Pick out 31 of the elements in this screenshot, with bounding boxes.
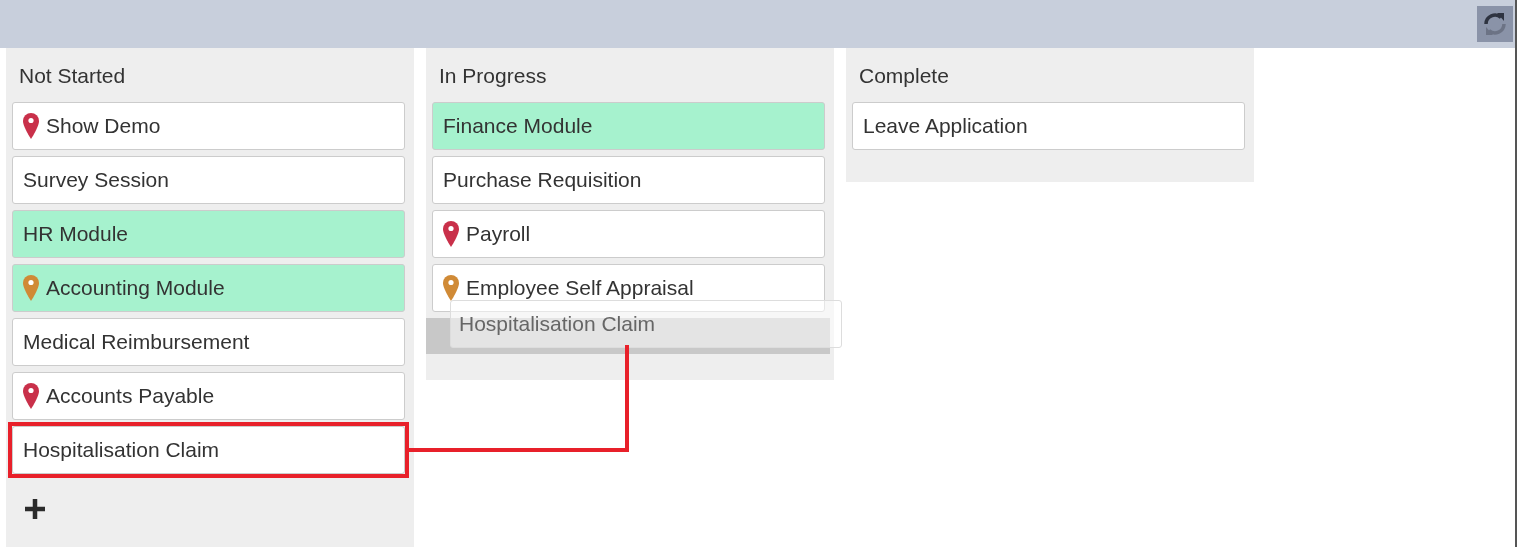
card-title: Show Demo	[46, 114, 161, 138]
column-title: In Progress	[438, 63, 548, 89]
card-title: Hospitalisation Claim	[23, 438, 220, 462]
task-card[interactable]: Medical Reimbursement	[12, 318, 405, 366]
task-card[interactable]: Employee Self Appraisal	[432, 264, 825, 312]
card-title: Employee Self Appraisal	[466, 276, 694, 300]
task-card[interactable]: Payroll	[432, 210, 825, 258]
card-title: Accounting Module	[46, 276, 225, 300]
add-card-button[interactable]	[24, 498, 48, 522]
card-title: Medical Reimbursement	[23, 330, 250, 354]
task-card[interactable]: Survey Session	[12, 156, 405, 204]
dragged-card[interactable]: Hospitalisation Claim	[450, 300, 842, 348]
card-title: Survey Session	[23, 168, 169, 192]
task-card[interactable]: Accounting Module	[12, 264, 405, 312]
task-card[interactable]: Hospitalisation Claim	[12, 426, 405, 474]
task-card[interactable]: HR Module	[12, 210, 405, 258]
column-title: Complete	[858, 63, 950, 89]
card-title: Payroll	[466, 222, 531, 246]
card-title: Leave Application	[863, 114, 1028, 138]
card-title: Finance Module	[443, 114, 593, 138]
refresh-icon	[1482, 11, 1508, 37]
card-title: HR Module	[23, 222, 129, 246]
card-title: Accounts Payable	[46, 384, 215, 408]
task-card[interactable]: Leave Application	[852, 102, 1245, 150]
task-card[interactable]: Purchase Requisition	[432, 156, 825, 204]
task-card[interactable]: Accounts Payable	[12, 372, 405, 420]
task-card[interactable]: Finance Module	[432, 102, 825, 150]
column-title: Not Started	[18, 63, 127, 89]
refresh-button[interactable]	[1477, 6, 1513, 42]
task-card[interactable]: Show Demo	[12, 102, 405, 150]
card-title: Purchase Requisition	[443, 168, 642, 192]
